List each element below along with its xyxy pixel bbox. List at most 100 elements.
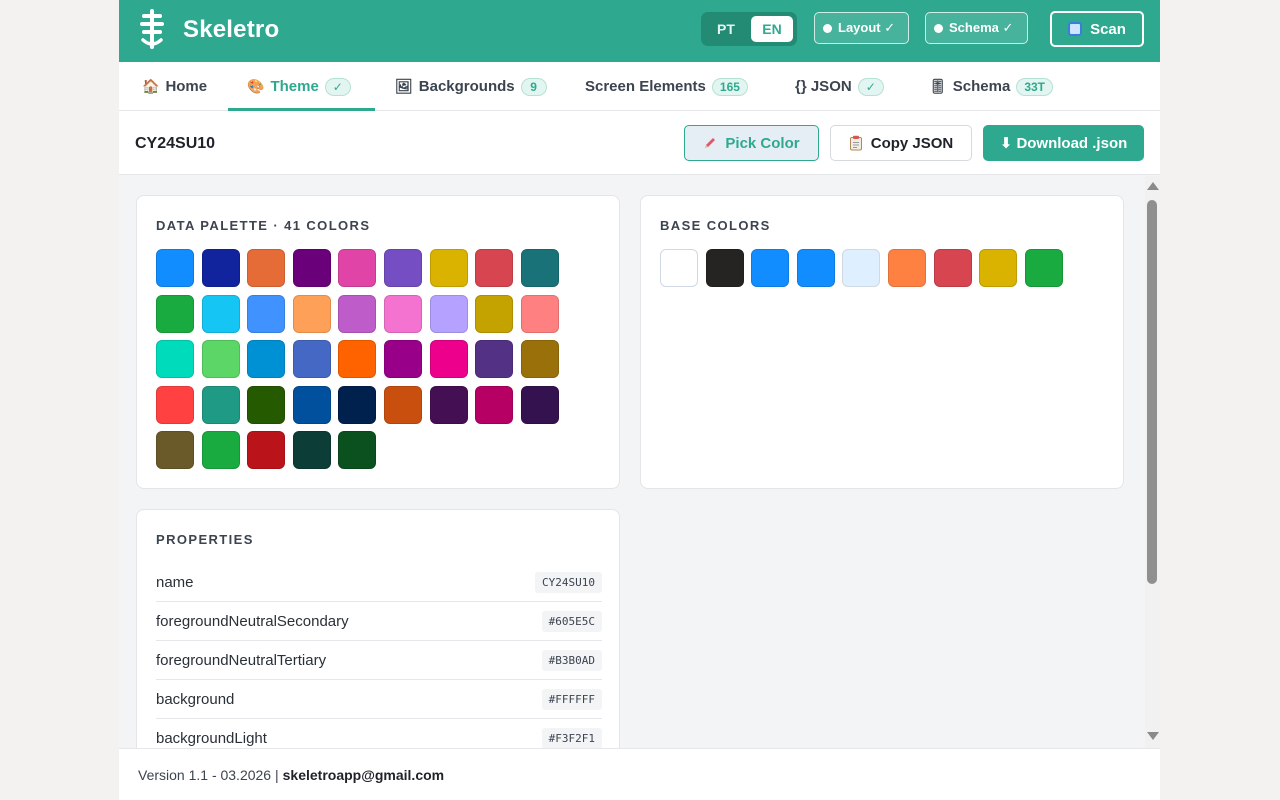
property-value[interactable]: #FFFFFF [541,688,602,710]
property-value[interactable]: #B3B0AD [541,649,602,671]
palette-swatch[interactable] [338,249,377,287]
tab-home[interactable]: 🏠 Home [142,62,207,111]
property-row: background #FFFFFF [156,680,602,719]
brand-name: Skeletro [183,16,280,43]
palette-swatch[interactable] [292,431,331,470]
property-value[interactable]: #F3F2F1 [541,727,602,748]
pick-color-label: Pick Color [725,134,800,152]
palette-swatch[interactable] [338,294,377,333]
palette-swatch[interactable] [201,294,240,333]
property-row: foregroundNeutralSecondary #605E5C [156,602,602,641]
tab-json[interactable]: {} JSON ✓ [795,62,884,111]
download-json-button[interactable]: ⬇ Download .json [983,125,1144,161]
palette-swatch[interactable] [201,431,240,470]
base-color-swatch[interactable] [979,249,1018,287]
palette-swatch[interactable] [383,385,422,424]
vertical-scrollbar[interactable] [1145,176,1160,748]
palette-swatch[interactable] [475,340,514,379]
base-color-swatch[interactable] [887,249,926,287]
palette-swatch[interactable] [429,385,468,424]
palette-swatch[interactable] [292,385,331,424]
base-color-swatch[interactable] [933,249,972,287]
palette-swatch[interactable] [383,340,422,379]
property-row: foregroundNeutralTertiary #B3B0AD [156,641,602,680]
palette-swatch[interactable] [429,340,468,379]
palette-swatch[interactable] [429,249,468,287]
palette-swatch[interactable] [156,431,194,470]
palette-swatch[interactable] [475,385,514,424]
palette-swatch[interactable] [247,385,286,424]
tab-schema[interactable]: 🎚 Schema 33T [929,62,1054,111]
palette-swatch[interactable] [156,340,194,379]
palette-swatch[interactable] [520,340,559,379]
palette-swatch[interactable] [292,340,331,379]
home-icon: 🏠 [142,78,160,94]
property-key: foregroundNeutralSecondary [156,612,349,630]
palette-swatch[interactable] [520,294,559,333]
palette-swatch[interactable] [156,385,194,424]
tab-backgrounds[interactable]: 🖼 Backgrounds 9 [395,62,547,111]
base-colors-title: BASE COLORS [660,218,771,233]
palette-swatch[interactable] [156,294,194,333]
footer-version: Version 1.1 - 03.2026 | [138,766,279,783]
properties-list: name CY24SU10 foregroundNeutralSecondary #6… [156,563,602,748]
palette-swatch[interactable] [247,431,286,470]
base-color-swatch[interactable] [842,249,881,287]
property-value[interactable]: #605E5C [541,610,602,632]
palette-swatch[interactable] [247,249,286,287]
copy-json-button[interactable]: Copy JSON [830,125,972,161]
base-colors-row [660,249,1063,287]
tab-label: Schema [952,78,1011,95]
tab-label: Home [165,78,208,95]
layout-status-chip[interactable]: Layout ✓ [814,12,909,44]
schema-status-chip[interactable]: Schema ✓ [925,12,1028,44]
palette-swatch[interactable] [338,385,377,424]
properties-card: PROPERTIES name CY24SU10 foregroundNeutral… [136,509,620,748]
property-row: backgroundLight #F3F2F1 [156,719,602,748]
palette-swatch[interactable] [383,249,422,287]
palette-swatch[interactable] [156,249,194,287]
base-color-swatch[interactable] [751,249,790,287]
scan-label: Scan [1090,20,1126,38]
base-color-swatch[interactable] [796,249,835,287]
layout-chip-label: Layout ✓ [838,20,896,35]
palette-swatch[interactable] [520,385,559,424]
tab-label: {} JSON [795,78,852,95]
lang-pt-button[interactable]: PT [705,16,747,42]
palette-swatch[interactable] [201,385,240,424]
data-palette-card: DATA PALETTE · 41 COLORS [136,195,620,489]
theme-content: DATA PALETTE · 41 COLORS BASE COLORS PRO… [119,176,1160,748]
palette-swatch[interactable] [201,340,240,379]
lang-en-button[interactable]: EN [751,16,793,42]
palette-swatch[interactable] [475,249,514,287]
palette-swatch[interactable] [292,294,331,333]
tab-theme[interactable]: 🎨 Theme ✓ [228,62,375,111]
palette-swatch[interactable] [201,249,240,287]
palette-swatch[interactable] [520,249,559,287]
palette-swatch[interactable] [338,431,377,470]
scan-button[interactable]: Scan [1050,11,1144,47]
tab-badge: 9 [520,77,547,96]
tab-label: Screen Elements [585,78,706,95]
download-label: ⬇ Download .json [999,135,1128,152]
footer-email-link[interactable]: skeletroapp@gmail.com [283,767,444,783]
palette-swatch[interactable] [247,294,286,333]
property-value[interactable]: CY24SU10 [535,571,602,593]
base-color-swatch[interactable] [660,249,698,287]
palette-swatch[interactable] [338,340,377,379]
palette-swatch[interactable] [429,294,468,333]
base-color-swatch[interactable] [705,249,744,287]
base-color-swatch[interactable] [1024,249,1063,287]
pick-color-button[interactable]: Pick Color [684,125,819,161]
base-colors-card: BASE COLORS [640,195,1124,489]
palette-swatch[interactable] [383,294,422,333]
scrollbar-thumb[interactable] [1147,200,1157,584]
palette-swatch[interactable] [247,340,286,379]
tab-screen-elements[interactable]: Screen Elements 165 [585,62,748,111]
properties-title: PROPERTIES [156,532,254,547]
palette-swatch[interactable] [475,294,514,333]
palette-swatch[interactable] [292,249,331,287]
data-palette-grid [156,249,576,470]
scroll-down-arrow-icon[interactable] [1147,732,1159,740]
scroll-up-arrow-icon[interactable] [1147,182,1159,190]
